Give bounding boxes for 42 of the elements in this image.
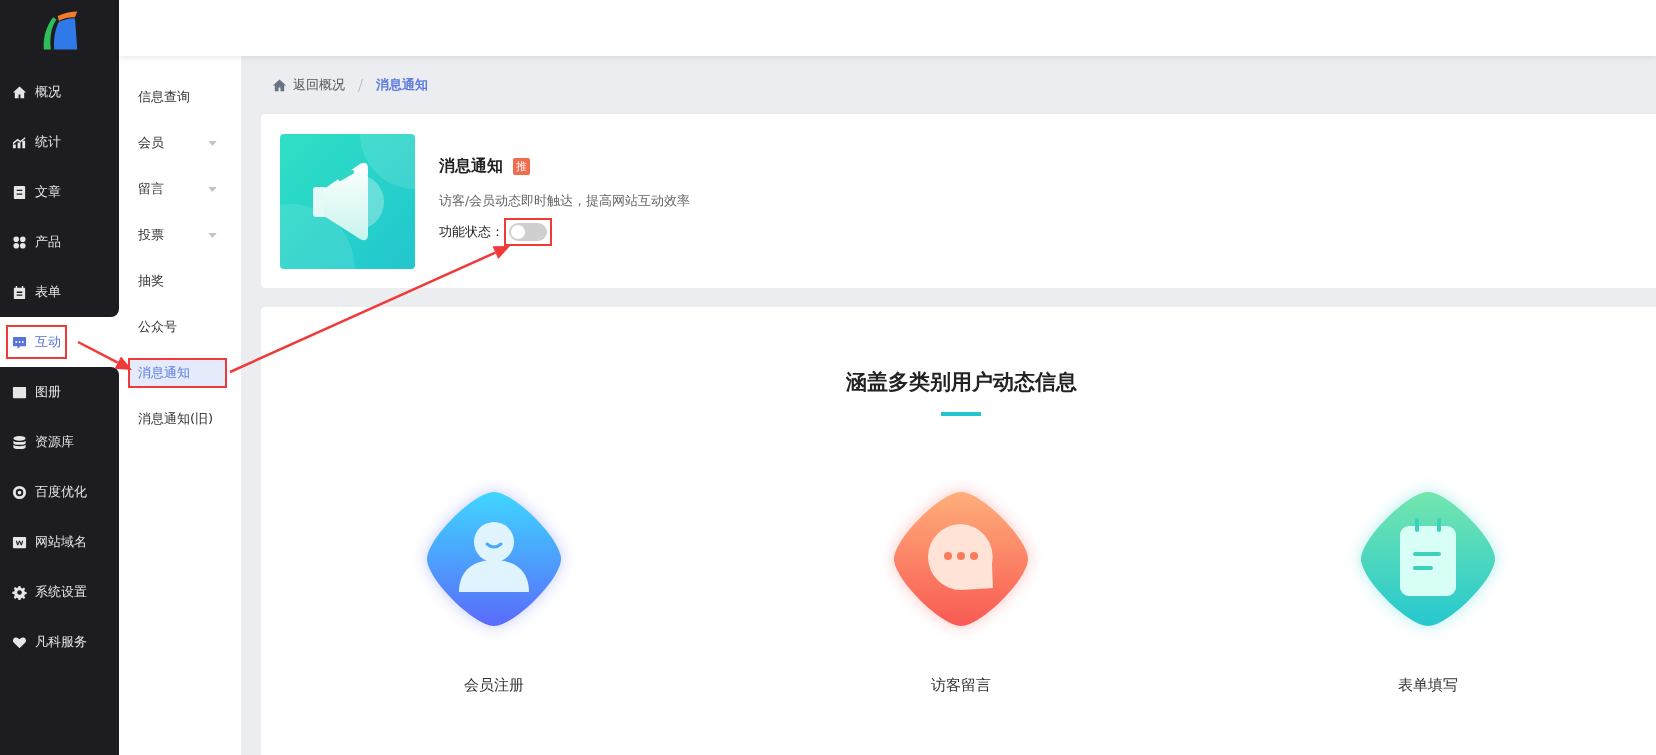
nav-item[interactable]: 文章 (0, 167, 119, 217)
grid-icon (12, 234, 27, 250)
nav-item[interactable]: 产品 (0, 217, 119, 267)
nav-item[interactable]: 凡科服务 (0, 617, 119, 667)
status-toggle[interactable] (509, 223, 547, 241)
submenu-item[interactable]: 消息通知(旧) (128, 404, 227, 434)
chart-icon (12, 134, 27, 150)
chat-icon (12, 334, 27, 350)
breadcrumb-current: 消息通知 (376, 76, 428, 94)
clipboard-icon (12, 284, 27, 300)
document-icon (12, 184, 27, 200)
recommend-badge: 推 (513, 158, 530, 175)
w-box-icon (12, 534, 27, 550)
feature-description: 访客/会员动态即时触达，提高网站互动效率 (439, 193, 691, 210)
submenu-item[interactable]: 信息查询 (128, 82, 227, 112)
home-icon (272, 77, 287, 93)
feature-label: 会员注册 (464, 676, 525, 695)
feature-label: 表单填写 (1397, 676, 1458, 695)
feature-title: 消息通知 (439, 156, 503, 177)
heart-icon (12, 634, 27, 650)
settings-icon (12, 584, 27, 600)
nav-item[interactable]: 系统设置 (0, 567, 119, 617)
picture-icon (12, 384, 27, 400)
nav-item[interactable]: 百度优化 (0, 467, 119, 517)
submenu-item[interactable]: 公众号 (128, 312, 227, 342)
submenu-item[interactable]: 抽奖 (128, 266, 227, 296)
nav-item[interactable]: 概况 (0, 67, 119, 117)
nav-item[interactable]: 网站域名 (0, 517, 119, 567)
submenu-item[interactable]: 留言 (128, 174, 227, 204)
submenu-item[interactable]: 会员 (128, 128, 227, 158)
home-icon (12, 84, 27, 100)
submenu-item[interactable]: 投票 (128, 220, 227, 250)
feature-label: 访客留言 (931, 676, 991, 695)
breadcrumb-link[interactable]: 返回概况 (293, 76, 345, 94)
annotation-arrow (77, 340, 132, 370)
nav-item[interactable]: 图册 (0, 367, 119, 417)
database-icon (12, 434, 27, 450)
nav-item[interactable]: 表单 (0, 267, 119, 317)
nav-item[interactable]: 统计 (0, 117, 119, 167)
nav-item[interactable]: 资源库 (0, 417, 119, 467)
section-title: 涵盖多类别用户动态信息 (845, 369, 1077, 396)
status-label: 功能状态： (439, 223, 504, 241)
